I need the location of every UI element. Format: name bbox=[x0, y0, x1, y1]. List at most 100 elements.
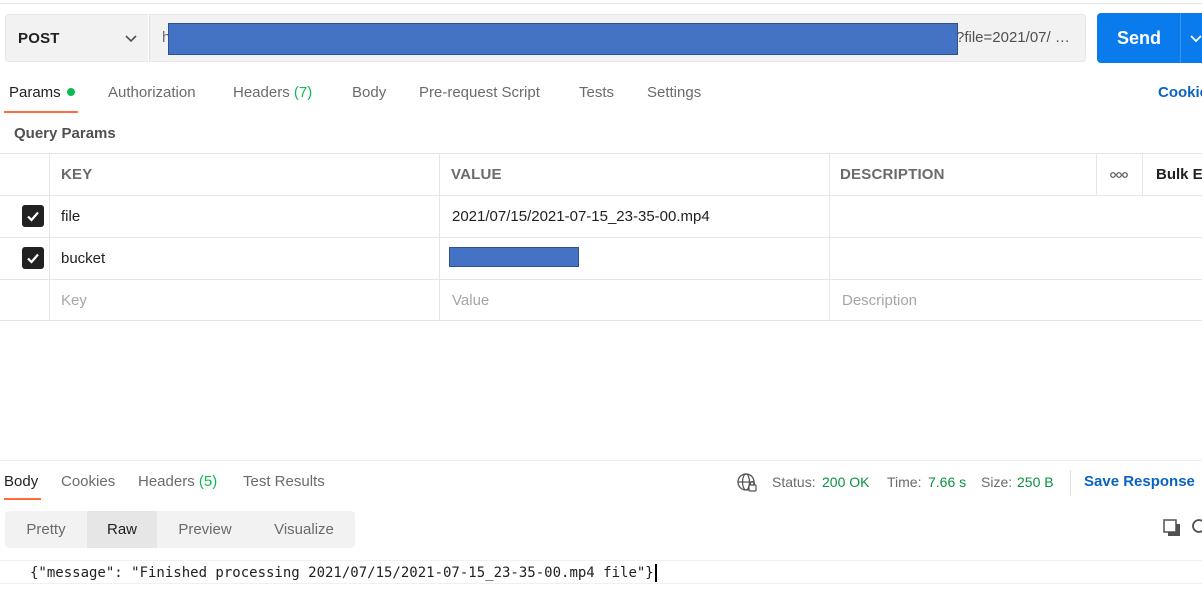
tab-params-label: Params bbox=[9, 84, 61, 101]
view-mode-pretty[interactable]: Pretty bbox=[5, 511, 87, 548]
view-mode-raw[interactable]: Raw bbox=[87, 511, 157, 548]
new-key-input[interactable]: Key bbox=[61, 280, 87, 321]
bulk-edit-button[interactable]: Bulk E bbox=[1156, 154, 1202, 195]
search-icon[interactable] bbox=[1190, 518, 1202, 538]
tab-pre-request-script[interactable]: Pre-request Script bbox=[419, 84, 540, 101]
top-divider bbox=[0, 0, 1202, 4]
tab-body[interactable]: Body bbox=[352, 84, 386, 101]
method-select[interactable]: POST bbox=[5, 14, 148, 62]
chevron-down-icon[interactable] bbox=[1189, 31, 1202, 45]
status-label: Status: bbox=[772, 474, 816, 490]
checkmark-icon bbox=[27, 253, 39, 264]
url-input[interactable]: h ?file=2021/07/ … bbox=[149, 14, 1086, 62]
column-header-key: KEY bbox=[61, 166, 93, 183]
status-value: 200 OK bbox=[822, 474, 869, 490]
column-divider bbox=[829, 154, 830, 195]
response-tab-body-label: Body bbox=[4, 473, 39, 490]
tab-params[interactable]: Params bbox=[9, 84, 75, 101]
more-options-icon[interactable] bbox=[1110, 171, 1128, 179]
response-divider bbox=[0, 460, 1202, 461]
column-header-description: DESCRIPTION bbox=[840, 166, 945, 183]
response-tab-test-results-label: Test Results bbox=[243, 473, 325, 490]
column-divider bbox=[439, 154, 440, 195]
active-tab-indicator bbox=[4, 111, 78, 113]
column-divider bbox=[49, 196, 50, 237]
response-view-modes: Pretty Raw Preview Visualize bbox=[5, 511, 355, 548]
column-divider bbox=[1142, 154, 1143, 195]
send-button[interactable]: Send bbox=[1097, 13, 1202, 63]
tab-pre-request-script-label: Pre-request Script bbox=[419, 84, 540, 101]
column-divider bbox=[829, 196, 830, 237]
time-code: 7.66 s bbox=[928, 474, 967, 490]
url-redaction-box bbox=[168, 23, 958, 55]
table-row: file 2021/07/15/2021-07-15_23-35-00.mp4 bbox=[0, 195, 1202, 237]
view-mode-preview[interactable]: Preview bbox=[157, 511, 253, 548]
response-body[interactable]: {"message": "Finished processing 2021/07… bbox=[0, 560, 1202, 584]
tab-settings[interactable]: Settings bbox=[647, 84, 701, 101]
new-description-input[interactable]: Description bbox=[842, 280, 917, 321]
param-checkbox[interactable] bbox=[22, 205, 44, 227]
view-mode-visualize[interactable]: Visualize bbox=[253, 511, 355, 548]
params-active-dot-icon bbox=[66, 88, 75, 97]
request-tabs: Params Authorization Headers (7) Body Pr… bbox=[0, 80, 1202, 114]
column-divider bbox=[829, 280, 830, 321]
checkmark-icon bbox=[27, 211, 39, 222]
tab-settings-label: Settings bbox=[647, 84, 702, 101]
method-label: POST bbox=[18, 29, 60, 47]
column-divider bbox=[439, 196, 440, 237]
param-key[interactable]: file bbox=[61, 196, 80, 237]
param-value-redaction-box[interactable] bbox=[449, 247, 579, 267]
column-divider bbox=[49, 154, 50, 195]
text-cursor bbox=[654, 564, 657, 582]
active-response-tab-indicator bbox=[4, 498, 41, 500]
size-label: Size: bbox=[981, 474, 1013, 490]
param-checkbox[interactable] bbox=[22, 247, 44, 269]
tab-body-label: Body bbox=[352, 84, 387, 101]
tab-authorization-label: Authorization bbox=[108, 84, 196, 101]
table-row: bucket bbox=[0, 237, 1202, 279]
send-label: Send bbox=[1117, 27, 1162, 48]
tab-tests[interactable]: Tests bbox=[579, 84, 614, 101]
new-value-input[interactable]: Value bbox=[452, 280, 489, 321]
send-divider bbox=[1180, 13, 1181, 63]
response-tab-cookies[interactable]: Cookies bbox=[61, 473, 115, 490]
tab-headers-count: (7) bbox=[293, 84, 313, 101]
copy-icon[interactable] bbox=[1162, 518, 1182, 538]
table-header-row: KEY VALUE DESCRIPTION Bulk E bbox=[0, 153, 1202, 195]
param-value[interactable]: 2021/07/15/2021-07-15_23-35-00.mp4 bbox=[452, 196, 710, 237]
tab-headers-label: Headers bbox=[233, 84, 290, 101]
time-label: Time: bbox=[887, 474, 922, 490]
response-tab-body[interactable]: Body bbox=[4, 473, 38, 490]
query-params-table: KEY VALUE DESCRIPTION Bulk E file 2021/0… bbox=[0, 153, 1202, 321]
chevron-down-icon bbox=[125, 35, 137, 43]
response-tab-headers[interactable]: Headers (5) bbox=[138, 473, 217, 490]
response-tab-headers-label: Headers bbox=[138, 473, 195, 490]
globe-icon[interactable] bbox=[736, 472, 758, 494]
url-query-text: ?file=2021/07/ … bbox=[956, 29, 1070, 46]
response-tabs: Body Cookies Headers (5) Test Results St… bbox=[0, 470, 1202, 502]
response-tab-test-results[interactable]: Test Results bbox=[243, 473, 325, 490]
table-row-empty: Key Value Description bbox=[0, 279, 1202, 321]
response-tab-headers-count: (5) bbox=[198, 473, 218, 490]
param-key[interactable]: bucket bbox=[61, 238, 105, 279]
response-json-text: {"message": "Finished processing 2021/07… bbox=[30, 565, 654, 581]
cookies-link[interactable]: Cookie bbox=[1158, 84, 1202, 101]
response-tab-cookies-label: Cookies bbox=[61, 473, 116, 490]
size-code: 250 B bbox=[1017, 474, 1054, 490]
column-divider bbox=[439, 238, 440, 279]
response-body-text[interactable]: {"message": "Finished processing 2021/07… bbox=[30, 564, 657, 582]
size-value: 250 B bbox=[1017, 474, 1054, 490]
column-divider bbox=[1096, 154, 1097, 195]
query-params-title: Query Params bbox=[14, 125, 116, 142]
time-value: 7.66 s bbox=[928, 474, 966, 490]
tab-headers[interactable]: Headers (7) bbox=[233, 84, 312, 101]
column-divider bbox=[49, 238, 50, 279]
column-divider bbox=[829, 238, 830, 279]
tab-authorization[interactable]: Authorization bbox=[108, 84, 196, 101]
save-response-button[interactable]: Save Response bbox=[1084, 473, 1195, 490]
column-divider bbox=[439, 280, 440, 321]
column-header-value: VALUE bbox=[451, 166, 502, 183]
tab-tests-label: Tests bbox=[579, 84, 615, 101]
meta-divider bbox=[1070, 470, 1071, 496]
column-divider bbox=[49, 280, 50, 321]
